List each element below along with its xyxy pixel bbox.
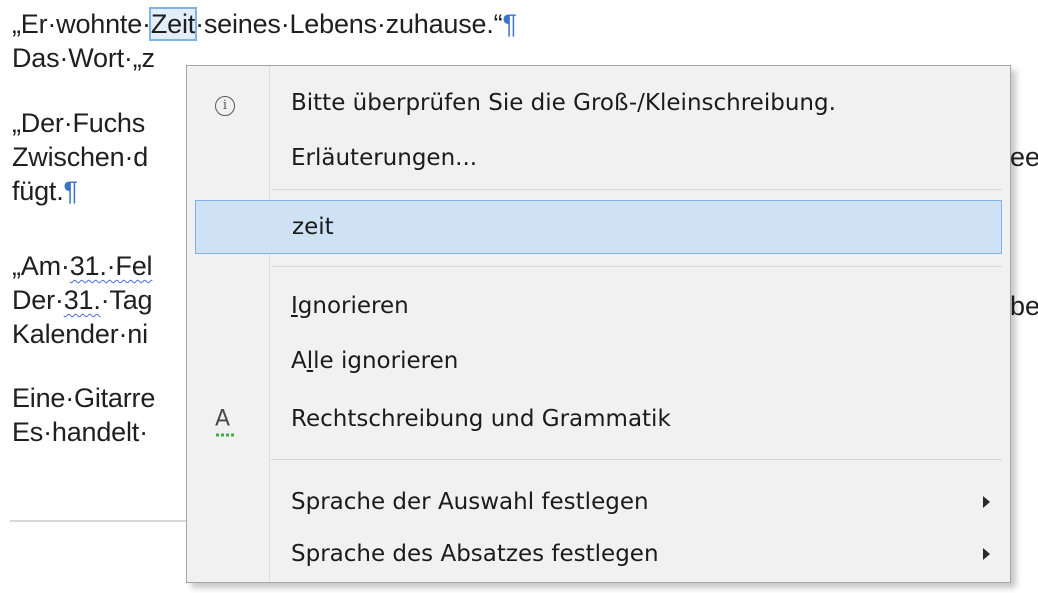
menu-item-label: Sprache der Auswahl festlegen bbox=[291, 489, 649, 515]
spelling-grammar-icon: A bbox=[215, 406, 234, 437]
paragraph-1-line-1[interactable]: „Er·wohnte·Zeit·seines·Lebens·zuhause.“¶ bbox=[12, 7, 517, 41]
info-glyph: i bbox=[215, 96, 235, 116]
text-run: fügt. bbox=[12, 176, 64, 206]
paragraph-1-line-2: Das·Wort·„z bbox=[12, 43, 155, 73]
menu-item-ignore-all[interactable]: Alle ignorieren bbox=[187, 334, 1010, 388]
menu-item-explanations[interactable]: Erläuterungen... bbox=[187, 130, 1010, 186]
context-menu[interactable]: i Bitte überprüfen Sie die Groß-/Kleinsc… bbox=[186, 65, 1011, 583]
paragraph-2-line-2: Zwischen·d bbox=[12, 142, 149, 172]
submenu-arrow-icon bbox=[983, 548, 990, 560]
pilcrow-mark: ¶ bbox=[502, 9, 517, 39]
menu-item-label: Alle ignorieren bbox=[291, 348, 458, 374]
menu-item-label: Sprache des Absatzes festlegen bbox=[291, 541, 659, 567]
highlighted-word[interactable]: Zeit bbox=[148, 7, 198, 41]
paragraph-2-line-2-right: ee bbox=[1010, 142, 1038, 172]
menu-item-label: Rechtschreibung und Grammatik bbox=[291, 406, 671, 432]
menu-item-label: Erläuterungen... bbox=[291, 145, 478, 171]
menu-item-spelling-grammar[interactable]: A Rechtschreibung und Grammatik bbox=[187, 392, 1010, 446]
label-part: A bbox=[291, 348, 307, 374]
menu-item-label: Ignorieren bbox=[291, 293, 409, 319]
paragraph-3-line-2: Der·31.·Tag bbox=[12, 284, 153, 316]
menu-item-case-hint[interactable]: i Bitte überprüfen Sie die Groß-/Kleinsc… bbox=[187, 72, 1010, 134]
paragraph-3-line-2-right: be bbox=[1010, 291, 1038, 321]
text-run: ·Tag bbox=[100, 285, 153, 315]
paragraph-2-line-3: fügt.¶ bbox=[12, 175, 78, 207]
page-divider bbox=[10, 520, 190, 522]
accelerator-key: I bbox=[291, 293, 298, 319]
paragraph-3-line-1: „Am·31.·Fel bbox=[12, 250, 153, 282]
label-part: le ignorieren bbox=[313, 348, 459, 374]
paragraph-4-line-1: Eine·Gitarre bbox=[12, 383, 156, 413]
menu-separator bbox=[271, 189, 1002, 190]
menu-separator bbox=[271, 459, 1002, 460]
info-icon: i bbox=[215, 90, 235, 116]
text-run: „Am· bbox=[12, 251, 70, 281]
grammar-flagged-text[interactable]: 31.·Fel bbox=[70, 251, 153, 281]
menu-item-language-selection[interactable]: Sprache der Auswahl festlegen bbox=[187, 476, 1010, 528]
menu-item-label: zeit bbox=[292, 214, 334, 240]
grammar-flagged-text[interactable]: 31. bbox=[64, 285, 101, 315]
submenu-arrow-icon bbox=[983, 496, 990, 508]
paragraph-2-line-1: „Der·Fuchs bbox=[12, 108, 146, 138]
text-run: „Er·wohnte· bbox=[12, 9, 151, 39]
text-run: ·seines·Lebens·zuhause.“ bbox=[195, 9, 503, 39]
paragraph-3-line-3: Kalender·ni bbox=[12, 319, 148, 349]
menu-item-suggestion-zeit[interactable]: zeit bbox=[195, 200, 1002, 254]
menu-item-ignore[interactable]: Ignorieren bbox=[187, 279, 1010, 333]
menu-item-language-paragraph[interactable]: Sprache des Absatzes festlegen bbox=[187, 528, 1010, 580]
paragraph-4-line-2: Es·handelt· bbox=[12, 417, 148, 447]
menu-item-label: Bitte überprüfen Sie die Groß-/Kleinschr… bbox=[291, 90, 836, 116]
spell-glyph: A bbox=[215, 406, 231, 432]
menu-separator bbox=[271, 266, 1002, 267]
text-run: Der· bbox=[12, 285, 64, 315]
label-part: gnorieren bbox=[297, 293, 409, 319]
pilcrow-mark: ¶ bbox=[63, 176, 79, 206]
